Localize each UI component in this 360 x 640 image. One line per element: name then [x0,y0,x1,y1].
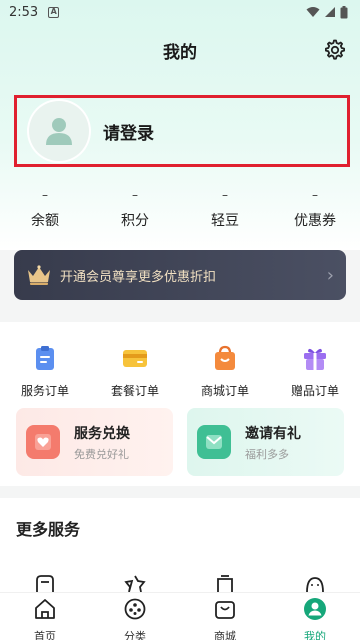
order-label: 赠品订单 [290,384,339,398]
stat-beans[interactable]: – 轻豆 [180,188,270,234]
promo-texts: 服务兑换 免费兑好礼 [74,423,130,462]
mall-orders-button[interactable]: 商城订单 [180,344,270,399]
package-orders-button[interactable]: 套餐订单 [90,344,180,399]
tab-mine[interactable]: 我的 [270,593,360,640]
tab-label: 商城 [214,630,236,640]
vip-banner-text: 开通会员尊享更多优惠折扣 [60,269,217,285]
notification-icon: A [48,6,60,18]
bag-icon [215,345,235,370]
stat-value: – [42,188,48,202]
battery-icon [340,5,348,18]
status-right-icons [306,5,348,19]
gift-icon [304,348,326,370]
promo-title: 邀请有礼 [245,425,301,442]
stat-label: 轻豆 [211,213,239,229]
status-bar: 2:53 A [0,0,360,24]
gear-icon[interactable] [322,38,346,62]
card-icon [123,350,147,367]
stat-label: 优惠券 [294,213,336,229]
more-services-title: 更多服务 [16,520,81,539]
user-profile-icon [304,598,326,620]
order-shortcuts: 服务订单 套餐订单 商城订单 赠品订单 [0,344,360,399]
promo-subtitle: 福利多多 [245,447,289,461]
signal-icon [325,7,335,17]
stat-label: 积分 [121,213,149,229]
service-orders-button[interactable]: 服务订单 [0,344,90,399]
stat-balance[interactable]: – 余额 [0,188,90,234]
chevron-right-icon: › [326,264,334,286]
service-exchange-card[interactable]: 服务兑换 免费兑好礼 [16,408,173,476]
promo-subtitle: 免费兑好礼 [74,447,129,461]
stat-label: 余额 [31,213,59,229]
orders-section: 服务订单 套餐订单 商城订单 赠品订单 服务兑换 免费兑好礼 邀请有礼 福利多多 [0,322,360,486]
stat-value: – [312,188,318,202]
status-time: 2:53 [9,4,39,20]
clipboard-icon [36,346,54,370]
shopping-bag-icon [215,601,235,619]
envelope-icon [197,425,231,459]
crown-icon [28,265,50,285]
invite-card[interactable]: 邀请有礼 福利多多 [187,408,344,476]
user-avatar-icon [46,118,72,145]
account-stats: – 余额 – 积分 – 轻豆 – 优惠券 [0,188,360,234]
stat-coupons[interactable]: – 优惠券 [270,188,360,234]
heart-shield-icon [26,425,60,459]
vip-banner[interactable]: 开通会员尊享更多优惠折扣 › [14,250,346,300]
avatar[interactable] [29,101,89,161]
page-title: 我的 [163,42,197,63]
stat-points[interactable]: – 积分 [90,188,180,234]
service-icon [306,577,324,593]
login-label[interactable]: 请登录 [103,119,154,144]
service-icon [36,575,54,592]
tab-category[interactable]: 分类 [90,593,180,640]
stat-value: – [132,188,138,202]
login-card[interactable]: 请登录 [14,95,350,167]
service-icon [217,575,233,592]
category-icon [124,598,146,620]
tab-mall[interactable]: 商城 [180,593,270,640]
order-label: 商城订单 [200,384,249,398]
gift-orders-button[interactable]: 赠品订单 [270,344,360,399]
order-label: 服务订单 [20,384,69,398]
stat-value: – [222,188,228,202]
tab-label: 分类 [124,630,146,640]
promo-title: 服务兑换 [74,425,130,442]
service-icon [124,575,146,593]
page-header: 我的 [0,30,360,70]
wifi-icon [306,7,320,17]
promo-texts: 邀请有礼 福利多多 [245,423,301,462]
home-icon [35,599,55,619]
tab-label: 我的 [304,630,326,640]
tab-label: 首页 [34,630,56,640]
tab-home[interactable]: 首页 [0,593,90,640]
order-label: 套餐订单 [110,384,159,398]
bottom-tab-bar: 首页 分类 商城 我的 [0,592,360,640]
